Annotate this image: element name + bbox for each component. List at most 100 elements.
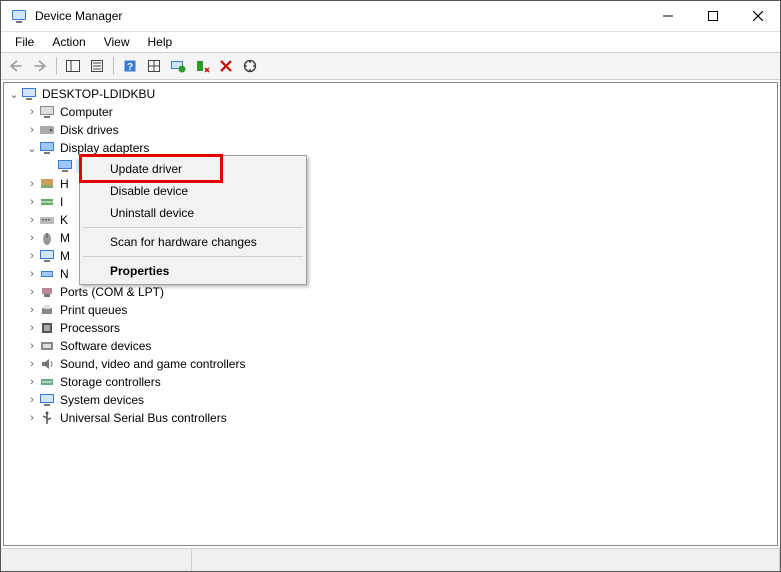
tree-item-storage[interactable]: › Storage controllers <box>4 373 777 391</box>
network-icon <box>39 266 55 282</box>
tree-label: N <box>58 267 71 281</box>
close-button[interactable] <box>735 1 780 31</box>
help-icon: ? <box>122 58 138 74</box>
forward-button[interactable] <box>29 55 51 77</box>
expander-icon[interactable]: › <box>26 178 38 190</box>
maximize-button[interactable] <box>690 1 735 31</box>
expander-icon[interactable]: › <box>26 376 38 388</box>
expander-icon[interactable]: ⌄ <box>8 88 20 101</box>
tree-item-software-devices[interactable]: › Software devices <box>4 337 777 355</box>
context-menu: Update driver Disable device Uninstall d… <box>79 155 307 285</box>
printer-icon <box>39 302 55 318</box>
back-button[interactable] <box>5 55 27 77</box>
tree-item-computer[interactable]: › Computer <box>4 103 777 121</box>
tree-label: DESKTOP-LDIDKBU <box>40 87 157 101</box>
tree-item-processors[interactable]: › Processors <box>4 319 777 337</box>
toolbar-separator <box>56 57 57 75</box>
panel-icon <box>65 58 81 74</box>
tree-item-usb[interactable]: › Universal Serial Bus controllers <box>4 409 777 427</box>
tree-label: Universal Serial Bus controllers <box>58 411 229 425</box>
statusbar-cell <box>192 549 780 571</box>
expander-icon[interactable]: › <box>26 106 38 118</box>
context-menu-separator <box>83 227 303 228</box>
tree-label: I <box>58 195 65 209</box>
device-disable-icon <box>194 58 210 74</box>
expander-icon[interactable]: › <box>26 322 38 334</box>
tree-label: Display adapters <box>58 141 151 155</box>
tree-label: H <box>58 177 71 191</box>
system-icon <box>39 392 55 408</box>
red-x-icon <box>218 58 234 74</box>
toolbar-separator <box>113 57 114 75</box>
tree-item-disk-drives[interactable]: › Disk drives <box>4 121 777 139</box>
context-menu-update-driver[interactable]: Update driver <box>82 158 304 180</box>
tree-root[interactable]: ⌄ DESKTOP-LDIDKBU <box>4 85 777 103</box>
update-driver-button[interactable] <box>167 55 189 77</box>
tree-label: Ports (COM & LPT) <box>58 285 166 299</box>
expander-icon[interactable]: › <box>26 268 38 280</box>
close-icon <box>753 11 763 21</box>
tree-label: K <box>58 213 70 227</box>
cpu-icon <box>39 320 55 336</box>
expander-icon[interactable]: › <box>26 214 38 226</box>
usb-icon <box>39 410 55 426</box>
controller-icon <box>39 194 55 210</box>
tree-item-system[interactable]: › System devices <box>4 391 777 409</box>
device-manager-window: Device Manager File Action View Help <box>0 0 781 572</box>
tree-label: Software devices <box>58 339 153 353</box>
properties-button[interactable] <box>86 55 108 77</box>
menu-view[interactable]: View <box>96 33 138 51</box>
show-hidden-button[interactable] <box>143 55 165 77</box>
window-title: Device Manager <box>33 9 645 23</box>
context-menu-properties[interactable]: Properties <box>82 260 304 282</box>
context-menu-disable-device[interactable]: Disable device <box>82 180 304 202</box>
expander-icon[interactable]: › <box>26 340 38 352</box>
arrow-right-icon <box>32 59 48 73</box>
expander-icon[interactable]: › <box>26 286 38 298</box>
statusbar <box>1 548 780 571</box>
maximize-icon <box>708 11 718 21</box>
tree-item-sound[interactable]: › Sound, video and game controllers <box>4 355 777 373</box>
computer-icon <box>21 86 37 102</box>
show-hide-tree-button[interactable] <box>62 55 84 77</box>
expander-icon[interactable]: › <box>26 358 38 370</box>
menubar: File Action View Help <box>1 32 780 52</box>
expander-icon[interactable]: › <box>26 394 38 406</box>
expander-icon[interactable]: › <box>26 124 38 136</box>
minimize-button[interactable] <box>645 1 690 31</box>
expander-icon[interactable]: ⌄ <box>26 142 38 155</box>
context-menu-scan-hardware[interactable]: Scan for hardware changes <box>82 231 304 253</box>
tree-label: Sound, video and game controllers <box>58 357 247 371</box>
tree-item-print-queues[interactable]: › Print queues <box>4 301 777 319</box>
uninstall-device-button[interactable] <box>215 55 237 77</box>
tree-label: Print queues <box>58 303 129 317</box>
tree-label: M <box>58 231 72 245</box>
expander-icon[interactable]: › <box>26 232 38 244</box>
content-pane: ⌄ DESKTOP-LDIDKBU › Computer › Disk driv… <box>3 82 778 546</box>
menu-file[interactable]: File <box>7 33 42 51</box>
keyboard-icon <box>39 212 55 228</box>
app-icon <box>11 8 27 24</box>
menu-action[interactable]: Action <box>44 33 93 51</box>
disable-device-button[interactable] <box>191 55 213 77</box>
speaker-icon <box>39 356 55 372</box>
mouse-icon <box>39 230 55 246</box>
context-menu-uninstall-device[interactable]: Uninstall device <box>82 202 304 224</box>
context-menu-separator <box>83 256 303 257</box>
help-button[interactable]: ? <box>119 55 141 77</box>
tree-item-ports[interactable]: › Ports (COM & LPT) <box>4 283 777 301</box>
expander-icon[interactable]: › <box>26 196 38 208</box>
expander-icon[interactable]: › <box>26 304 38 316</box>
tree-label: Processors <box>58 321 122 335</box>
hid-icon <box>39 176 55 192</box>
display-adapter-icon <box>57 158 73 174</box>
menu-help[interactable]: Help <box>140 33 181 51</box>
expander-icon[interactable]: › <box>26 250 38 262</box>
scan-hardware-button[interactable] <box>239 55 261 77</box>
toolbar: ? <box>1 52 780 80</box>
expander-icon[interactable]: › <box>26 412 38 424</box>
grid-icon <box>146 58 162 74</box>
arrow-left-icon <box>8 59 24 73</box>
scan-icon <box>242 58 258 74</box>
monitor-icon <box>39 248 55 264</box>
